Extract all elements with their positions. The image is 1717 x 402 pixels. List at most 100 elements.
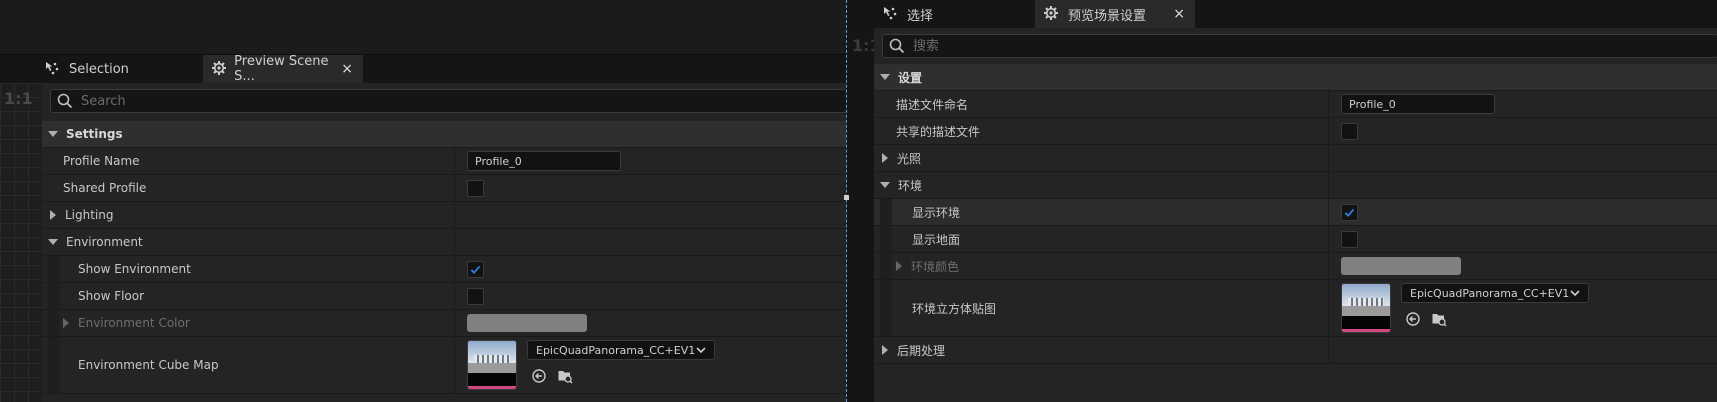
details-panel-chinese: 选择 预览场景设置 × 设置 描述文件命名	[874, 0, 1717, 402]
browse-asset-icon[interactable]	[1431, 311, 1447, 327]
use-selected-asset-icon[interactable]	[1405, 311, 1421, 327]
property-value: EpicQuadPanorama_CC+EV1	[1328, 280, 1589, 336]
search-icon	[889, 38, 905, 54]
gear-icon	[211, 60, 227, 78]
tab-label: Preview Scene S...	[234, 54, 329, 84]
show-floor-checkbox[interactable]	[467, 287, 484, 305]
row-show-environment: 显示环境	[874, 199, 1717, 226]
row-post-processing[interactable]: 后期处理	[874, 337, 1717, 364]
subcategory-label: Lighting	[65, 208, 114, 222]
row-environment-color: Environment Color	[42, 310, 846, 337]
collapse-arrow-icon	[50, 210, 56, 220]
row-environment-cube-map: 环境立方体贴图 EpicQuadPanorama_CC+EV1	[874, 280, 1717, 337]
row-shared-profile: 共享的描述文件	[874, 118, 1717, 145]
category-label: 设置	[898, 70, 923, 85]
property-value	[454, 310, 587, 336]
asset-action-icons	[1405, 311, 1589, 327]
tab-preview-scene-settings[interactable]: 预览场景设置 ×	[1035, 0, 1195, 28]
indent-bar	[48, 337, 60, 393]
row-shared-profile: Shared Profile	[42, 175, 846, 202]
search-box[interactable]	[50, 89, 846, 113]
indent-bar	[48, 256, 60, 282]
asset-name: EpicQuadPanorama_CC+EV1	[1410, 286, 1570, 300]
property-value: EpicQuadPanorama_CC+EV1	[454, 337, 715, 393]
cube-map-controls: EpicQuadPanorama_CC+EV1	[527, 340, 715, 384]
tab-label: 预览场景设置	[1068, 8, 1147, 24]
checkmark-icon	[1344, 208, 1355, 217]
row-environment[interactable]: 环境	[874, 172, 1717, 199]
property-rows: Settings Profile Name Profile_0 Shared P…	[42, 121, 846, 394]
search-input[interactable]	[79, 92, 800, 110]
shared-profile-checkbox[interactable]	[467, 179, 484, 197]
row-show-environment: Show Environment	[42, 256, 846, 283]
indent-bar	[48, 283, 60, 309]
subcategory-header: 环境	[880, 177, 922, 194]
property-label: Environment Cube Map	[78, 358, 219, 372]
cube-map-thumbnail[interactable]	[1341, 283, 1391, 333]
show-environment-checkbox[interactable]	[1341, 203, 1358, 221]
use-selected-asset-icon[interactable]	[531, 368, 547, 384]
tab-label: Selection	[69, 61, 129, 77]
details-content: Settings Profile Name Profile_0 Shared P…	[42, 83, 846, 402]
indent-bar	[880, 280, 892, 336]
category-settings[interactable]: Settings	[42, 121, 846, 148]
category-label: Settings	[66, 127, 123, 141]
tab-preview-scene-settings[interactable]: Preview Scene S... ×	[203, 54, 363, 84]
splitter-handle[interactable]	[844, 195, 849, 200]
subproperty-header[interactable]: Environment Color	[63, 316, 190, 330]
tab-label: 选择	[907, 8, 934, 24]
subcategory-header: Lighting	[50, 208, 114, 222]
subcategory-header: 光照	[882, 150, 921, 167]
browse-asset-icon[interactable]	[557, 368, 573, 384]
cube-map-thumbnail[interactable]	[467, 340, 517, 390]
subcategory-header: Environment	[48, 235, 143, 249]
top-toolbar-strip	[0, 0, 846, 55]
row-show-floor: 显示地面	[874, 226, 1717, 253]
property-value: Profile_0	[454, 148, 621, 174]
collapse-arrow-icon	[896, 261, 902, 271]
shared-profile-checkbox[interactable]	[1341, 122, 1358, 140]
row-lighting[interactable]: Lighting	[42, 202, 846, 229]
collapse-arrow-icon	[63, 318, 69, 328]
environment-color-swatch[interactable]	[467, 314, 587, 332]
property-value	[1328, 253, 1461, 279]
selection-icon	[882, 5, 900, 23]
environment-color-swatch[interactable]	[1341, 257, 1461, 275]
property-value	[454, 283, 484, 309]
tab-bar: 选择 预览场景设置 ×	[874, 0, 1717, 28]
asset-dropdown[interactable]: EpicQuadPanorama_CC+EV1	[1401, 283, 1589, 303]
tab-selection[interactable]: Selection	[36, 55, 184, 83]
row-environment[interactable]: Environment	[42, 229, 846, 256]
search-input[interactable]	[911, 37, 1667, 55]
tab-bar: Selection Preview Scene S... ×	[0, 54, 846, 84]
cube-map-picker: EpicQuadPanorama_CC+EV1	[1341, 283, 1589, 333]
subproperty-header[interactable]: 环境颜色	[896, 258, 959, 275]
close-tab-icon[interactable]: ×	[1173, 6, 1185, 22]
row-show-floor: Show Floor	[42, 283, 846, 310]
tab-selection[interactable]: 选择	[874, 0, 1034, 28]
row-profile-name: 描述文件命名 Profile_0	[874, 91, 1717, 118]
close-tab-icon[interactable]: ×	[341, 61, 353, 77]
subcategory-header: 后期处理	[882, 342, 945, 359]
property-value	[454, 202, 455, 228]
show-environment-checkbox[interactable]	[467, 260, 484, 278]
category-settings[interactable]: 设置	[874, 64, 1717, 91]
show-floor-checkbox[interactable]	[1341, 230, 1358, 248]
pane-splitter[interactable]: 1:1	[844, 0, 881, 402]
property-label: 描述文件命名	[896, 97, 969, 112]
expand-arrow-icon	[880, 74, 890, 80]
row-lighting[interactable]: 光照	[874, 145, 1717, 172]
property-label: Environment Color	[78, 316, 190, 330]
property-value	[454, 229, 455, 255]
property-rows: 设置 描述文件命名 Profile_0 共享的描述文件 光照 环境 显示环境 显…	[874, 64, 1717, 364]
indent-bar	[48, 310, 60, 336]
search-box[interactable]	[882, 34, 1717, 58]
profile-name-field[interactable]: Profile_0	[1341, 94, 1495, 114]
property-label: Show Environment	[78, 262, 191, 276]
profile-name-field[interactable]: Profile_0	[467, 151, 621, 171]
asset-dropdown[interactable]: EpicQuadPanorama_CC+EV1	[527, 340, 715, 360]
viewport-gutter: 1:1	[0, 83, 42, 402]
indent-bar	[880, 226, 892, 252]
property-value	[454, 175, 484, 201]
viewport-ratio-label: 1:1	[4, 89, 33, 108]
